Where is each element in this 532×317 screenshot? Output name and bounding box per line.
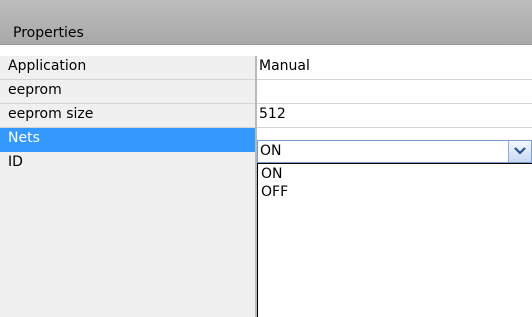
property-name-application[interactable]: Application: [0, 56, 255, 80]
dropdown-button[interactable]: [508, 141, 531, 162]
property-value-eeprom[interactable]: [257, 80, 532, 104]
property-value-eeprom-size[interactable]: 512: [257, 104, 532, 128]
panel-header: Properties: [0, 0, 532, 45]
property-value-application[interactable]: Manual: [257, 56, 532, 80]
property-name-id[interactable]: ID: [0, 152, 255, 176]
property-name-nets[interactable]: Nets: [0, 128, 255, 152]
dropdown-option-on[interactable]: ON: [261, 165, 283, 183]
property-name-eeprom-size[interactable]: eeprom size: [0, 104, 255, 128]
property-name-eeprom[interactable]: eeprom: [0, 80, 255, 104]
dropdown-option-off[interactable]: OFF: [261, 183, 288, 201]
nets-dropdown-value: ON: [260, 143, 282, 159]
chevron-down-icon: [514, 147, 526, 155]
properties-panel: Properties Application eeprom eeprom siz…: [0, 0, 532, 317]
panel-title: Properties: [13, 25, 84, 41]
property-name-column: Application eeprom eeprom size Nets ID: [0, 56, 255, 317]
nets-dropdown-list: ON OFF: [257, 163, 532, 317]
nets-dropdown[interactable]: ON: [257, 140, 532, 163]
